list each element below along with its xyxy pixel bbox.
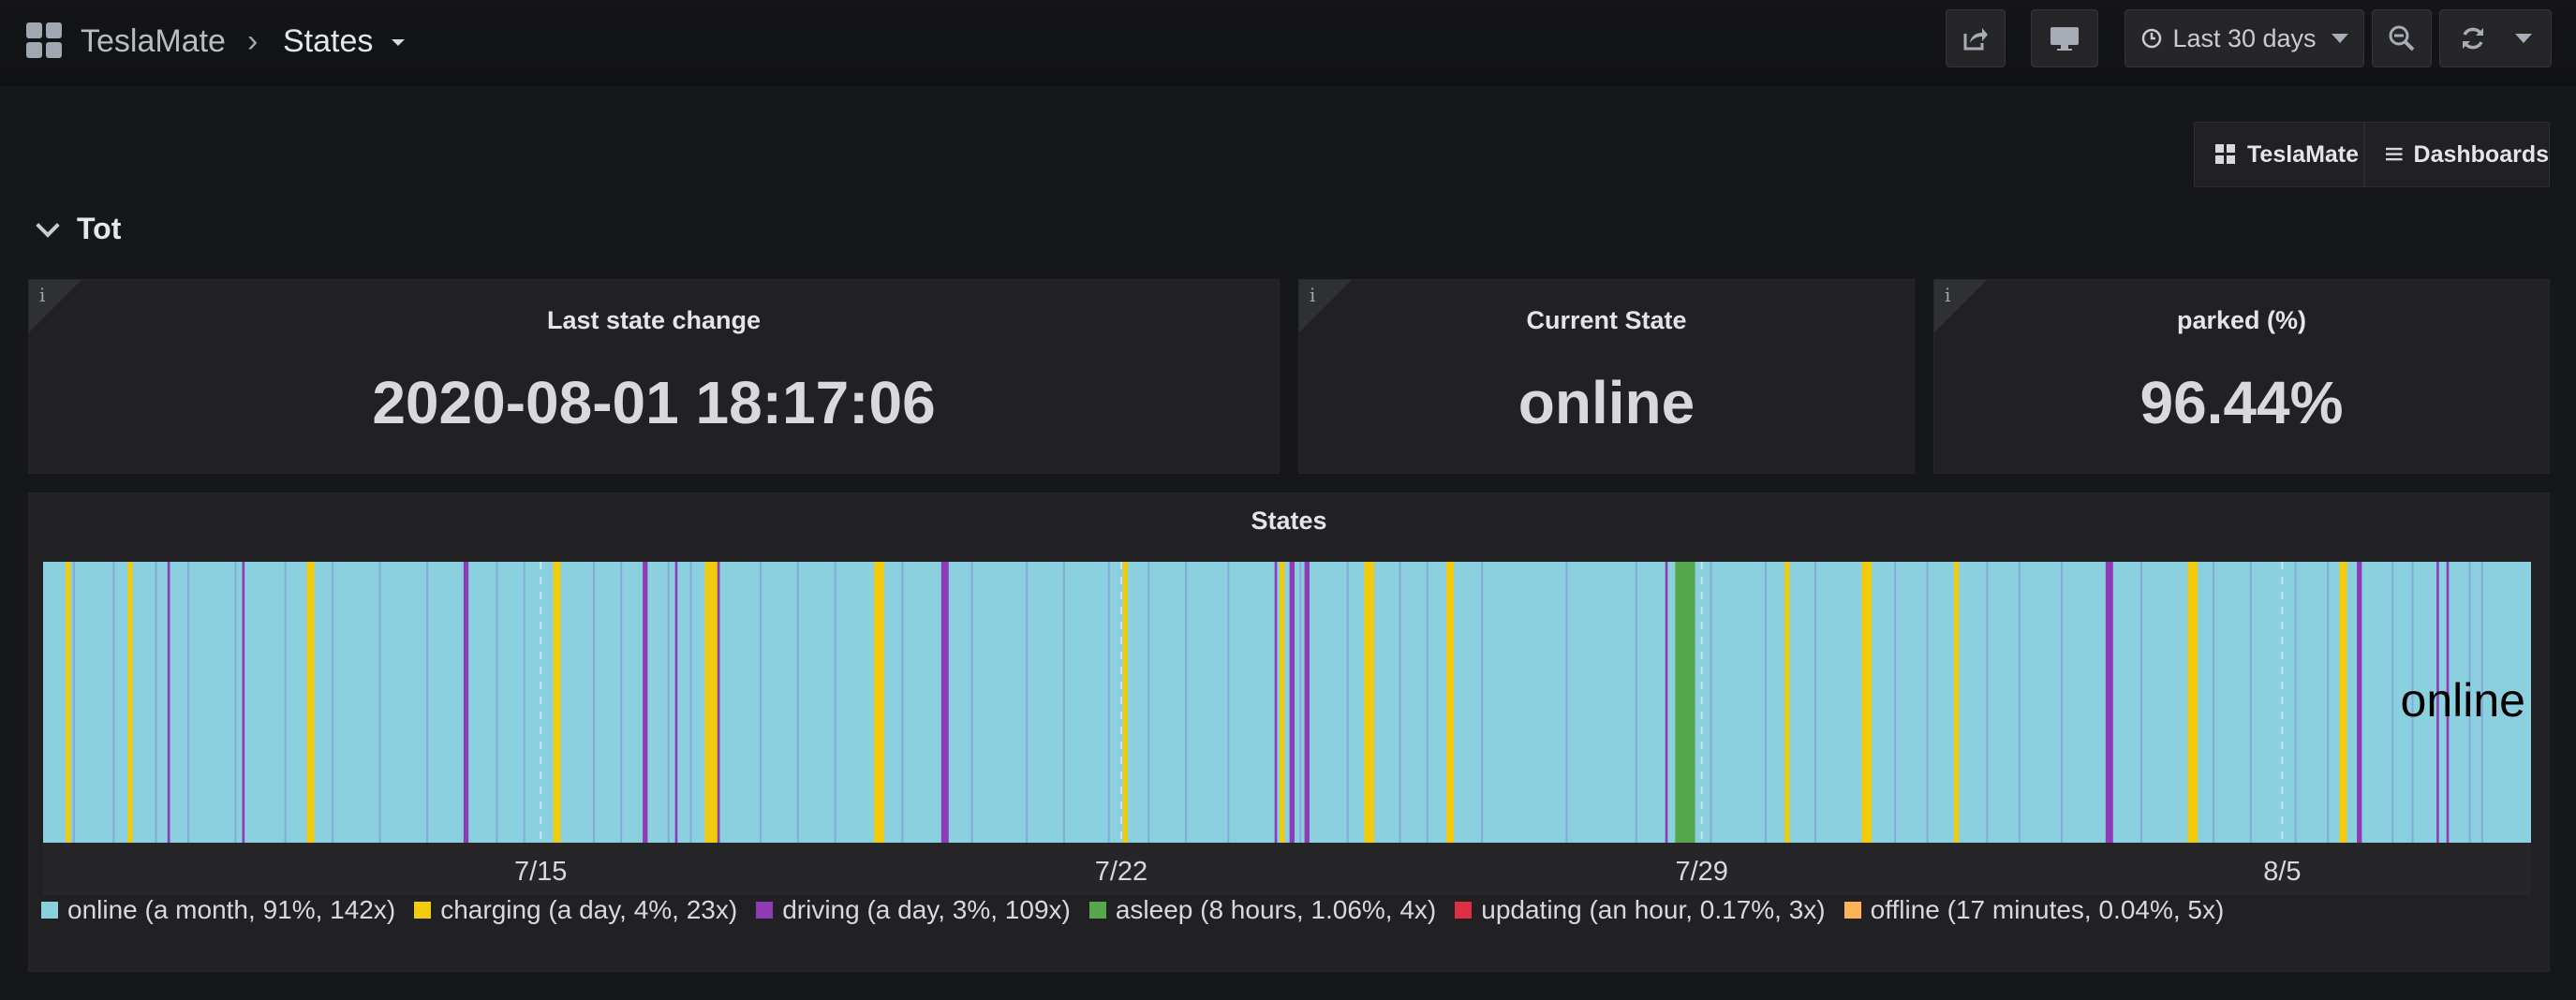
legend-label: offline (17 minutes, 0.04%, 5x): [1870, 895, 2225, 924]
time-range-picker[interactable]: Last 30 days: [2124, 9, 2364, 67]
grid-icon[interactable]: [26, 22, 64, 60]
panel-parked: i parked (%) 96.44%: [1933, 279, 2550, 474]
stat-value: 2020-08-01 18:17:06: [372, 369, 936, 436]
breadcrumb-separator: ›: [247, 23, 259, 59]
dashboards-label: Dashboards: [2413, 140, 2549, 168]
info-icon[interactable]: i: [1945, 284, 1950, 306]
panel-title[interactable]: States: [29, 507, 2549, 536]
panel-title[interactable]: parked (%): [1934, 306, 2549, 335]
teslamate-link-label: TeslaMate: [2247, 140, 2360, 168]
legend-label: updating (an hour, 0.17%, 3x): [1481, 895, 1826, 924]
legend-swatch: [756, 902, 774, 919]
chevron-down-icon: [36, 213, 60, 238]
legend-item-online[interactable]: online (a month, 91%, 142x): [41, 895, 395, 925]
clock-icon: [2142, 28, 2162, 49]
legend-label: charging (a day, 4%, 23x): [440, 895, 738, 924]
monitor-icon: [2050, 27, 2079, 51]
info-icon[interactable]: i: [39, 284, 45, 306]
panel-current-state: i Current State online: [1298, 279, 1915, 474]
top-navbar: TeslaMate › States Last 30 days: [0, 0, 2576, 86]
refresh-icon: [2463, 27, 2483, 50]
row-collapse-toggle[interactable]: Tot: [36, 212, 122, 246]
legend-label: asleep (8 hours, 1.06%, 4x): [1115, 895, 1437, 924]
breadcrumb-folder[interactable]: TeslaMate: [81, 19, 226, 64]
legend-item-charging[interactable]: charging (a day, 4%, 23x): [414, 895, 737, 925]
panel-last-state-change: i Last state change 2020-08-01 18:17:06: [28, 279, 1280, 474]
row-title: Tot: [77, 212, 122, 245]
legend-swatch: [414, 902, 432, 919]
stat-value: online: [1517, 369, 1695, 436]
legend-item-driving[interactable]: driving (a day, 3%, 109x): [756, 895, 1071, 925]
share-icon: [1963, 28, 1988, 51]
legend-label: driving (a day, 3%, 109x): [782, 895, 1071, 924]
share-button[interactable]: [1946, 9, 2006, 67]
dashboards-button[interactable]: Dashboards: [2364, 122, 2550, 187]
zoom-out-icon: [2389, 25, 2415, 51]
grid-icon: [2215, 144, 2235, 164]
refresh-button[interactable]: [2439, 9, 2552, 67]
legend-swatch: [1843, 902, 1861, 919]
legend-item-asleep[interactable]: asleep (8 hours, 1.06%, 4x): [1088, 895, 1437, 925]
zoom-out-button[interactable]: [2372, 9, 2432, 67]
info-icon[interactable]: i: [1310, 284, 1315, 306]
chevron-down-icon[interactable]: [392, 39, 405, 46]
teslamate-link-button[interactable]: TeslaMate: [2194, 122, 2364, 187]
chevron-down-icon: [2331, 34, 2348, 43]
panel-title[interactable]: Current State: [1299, 306, 1914, 335]
legend-item-updating[interactable]: updating (an hour, 0.17%, 3x): [1455, 895, 1826, 925]
chevron-down-icon[interactable]: [2515, 34, 2532, 43]
panel-title[interactable]: Last state change: [29, 306, 1279, 335]
time-range-label: Last 30 days: [2172, 23, 2317, 52]
legend-swatch: [1088, 902, 1106, 919]
legend-item-offline[interactable]: offline (17 minutes, 0.04%, 5x): [1843, 895, 2225, 925]
stat-value: 96.44%: [2139, 369, 2344, 436]
legend-swatch: [1455, 902, 1473, 919]
tv-mode-button[interactable]: [2031, 9, 2098, 67]
chart-legend: online (a month, 91%, 142x) charging (a d…: [41, 895, 2243, 925]
legend-swatch: [41, 902, 58, 919]
legend-label: online (a month, 91%, 142x): [67, 895, 396, 924]
page-title[interactable]: States: [283, 19, 373, 64]
list-icon: [2386, 147, 2403, 161]
